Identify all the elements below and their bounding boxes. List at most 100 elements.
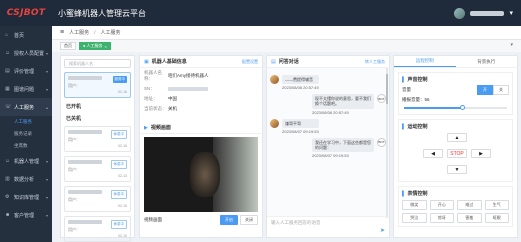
slider-handle[interactable]: [459, 105, 465, 110]
app-logo: CSJBOT: [6, 8, 46, 18]
sidebar-sub-service[interactable]: 人工服务: [0, 116, 52, 128]
robot-card[interactable]: 用户： 休息中 02-13: [64, 156, 131, 182]
voice-off-button[interactable]: 关: [493, 85, 509, 95]
user-avatar[interactable]: [454, 7, 466, 19]
robot-time: 02-10: [118, 234, 127, 238]
chevron-down-icon: ▾: [45, 86, 48, 92]
move-down-button[interactable]: ▼: [447, 165, 467, 174]
stop-button[interactable]: STOP: [447, 149, 467, 158]
status-badge: 休息中: [110, 160, 127, 169]
robot-list-panel: 搜索机器人名 用户： 服务中 02-16 已开机 已关机 用户： 休息中 02-…: [60, 55, 135, 242]
move-left-button[interactable]: ◀: [423, 149, 443, 158]
bot-avatar: BOT: [377, 137, 386, 147]
user-area[interactable]: ▾: [454, 7, 513, 19]
tab-label: 首页: [64, 43, 72, 48]
robot-card[interactable]: 用户： 休息中 02-10: [64, 186, 131, 212]
tab-remote-control[interactable]: 远程控制: [394, 56, 456, 67]
video-panel-title: 视频画面: [150, 125, 171, 131]
app-title: 小蜜蜂机器人管理云平台: [58, 8, 146, 18]
user-name[interactable]: [470, 10, 505, 16]
sidebar-item-home[interactable]: ⌂ 首页: [0, 26, 52, 44]
sidebar-item-review[interactable]: ▤ 评价管理 ▾: [0, 62, 52, 80]
close-icon[interactable]: ×: [105, 44, 107, 49]
sidebar-item-label: 知识库管理: [14, 194, 40, 201]
chat-message: 现不太懂你说的意思，要不我们换个话题吧。 2023/08/08 20:57:49…: [270, 94, 386, 115]
direction-pad: ▲ ◀ STOP ▶ ▼: [402, 132, 509, 178]
robot-icon: ☺: [5, 158, 11, 164]
video-controls: 视频画面 开启 关闭: [140, 212, 262, 228]
control-panel: 远程控制 背景执行 ▌ 声音控制 音量 开 关 播报音量：56 ▌ 运动控制 ▲ ◀…: [393, 55, 518, 238]
breadcrumb-leaf: 人工服务: [100, 30, 121, 36]
sidebar-item-customers[interactable]: ☻ 客户管理 ▾: [0, 206, 52, 224]
chevron-down-icon[interactable]: ▾: [509, 9, 513, 17]
chevron-down-icon: ▾: [45, 176, 48, 182]
info-key: 当前状态：: [144, 106, 167, 111]
expression-button[interactable]: 生气: [484, 200, 509, 210]
move-right-button[interactable]: ▶: [471, 149, 491, 158]
video-on-button[interactable]: 开启: [220, 215, 238, 225]
menu-icon[interactable]: ≡: [60, 29, 64, 36]
chevron-down-icon: ▾: [45, 158, 48, 164]
sidebar: ⌂ 首页 ☺ 授权人员配置 ▾ ▤ 评价管理 ▾ ▦ 图谱问题 ▾ ☏ 人工服务 ▴ 人工服务 服…: [0, 26, 52, 242]
scroll-thumb[interactable]: [386, 74, 388, 104]
info-row-name: 机器人名称： 咱们Amy接待机器人: [140, 68, 262, 84]
voice-label: 音量: [402, 87, 411, 92]
message-bubble: ——费提得辅音: [282, 75, 319, 85]
breadcrumb-root[interactable]: 人工服务: [69, 29, 89, 36]
expression-button[interactable]: 哭泣: [402, 213, 427, 223]
volume-slider[interactable]: [404, 105, 507, 110]
info-key: 地址：: [144, 96, 158, 101]
sidebar-item-service[interactable]: ☏ 人工服务 ▴: [0, 98, 52, 116]
expression-button[interactable]: 害羞: [457, 213, 482, 223]
chat-panel-header: ▤ 问答对话 转人工服务: [267, 56, 389, 68]
expression-button[interactable]: 开心: [429, 200, 454, 210]
volume-row: 播报音量：56: [402, 97, 509, 103]
expression-button[interactable]: 眨眼: [484, 213, 509, 223]
tab-service[interactable]: ● 人工服务 ×: [79, 42, 111, 50]
sidebar-item-graph[interactable]: ▦ 图谱问题 ▾: [0, 80, 52, 98]
info-panel-title: 机器人基础信息: [151, 59, 187, 65]
sidebar-item-label: 人工服务: [14, 104, 35, 111]
file-icon: ▦: [5, 86, 10, 92]
sidebar-sub-seats[interactable]: 坐席数: [0, 140, 52, 152]
move-up-button[interactable]: ▲: [447, 133, 467, 142]
sidebar-item-auth[interactable]: ☺ 授权人员配置 ▾: [0, 44, 52, 62]
expression-button[interactable]: 惊讶: [429, 213, 454, 223]
video-feed: [144, 137, 258, 212]
robot-card[interactable]: 用户： 服务中 02-16: [64, 72, 131, 98]
chart-icon: ▤: [5, 68, 10, 74]
info-value: 咱们Amy接待机器人: [168, 73, 209, 78]
chevron-down-icon[interactable]: ▾: [510, 42, 513, 48]
chat-input[interactable]: 输入人工服务回答的语音: [267, 216, 389, 236]
volume-label: 播报音量：56: [402, 97, 430, 102]
video-off-button[interactable]: 关闭: [240, 215, 258, 225]
robot-card[interactable]: 用户： 休息中 02-10: [64, 216, 131, 242]
robot-name: [68, 130, 102, 134]
sidebar-item-robots[interactable]: ☺ 机器人管理 ▾: [0, 152, 52, 170]
section-title: 表情控制: [407, 191, 428, 197]
info-value: 中国: [168, 96, 177, 101]
info-row-sn: SN：: [140, 84, 262, 94]
slider-fill: [404, 107, 462, 109]
expression-button[interactable]: 微笑: [402, 200, 427, 210]
status-badge: 休息中: [110, 190, 127, 199]
chat-scrollbar[interactable]: [386, 68, 388, 218]
tab-background[interactable]: 背景执行: [456, 56, 518, 67]
voice-on-button[interactable]: 开: [477, 85, 493, 95]
tab-home[interactable]: 首页: [60, 42, 76, 50]
robot-time: 02-10: [118, 204, 127, 208]
sidebar-item-analytics[interactable]: ▥ 数据分析 ▾: [0, 170, 52, 188]
robot-card[interactable]: 用户： 休息中 02-16: [64, 126, 131, 152]
send-icon[interactable]: ➤: [380, 227, 385, 234]
tab-bar: 首页 ● 人工服务 ×: [52, 40, 521, 52]
message-bubble: 谦哥平哥: [282, 118, 319, 128]
sidebar-sub-records[interactable]: 服务记录: [0, 128, 52, 140]
chevron-down-icon: ▾: [45, 212, 48, 218]
sidebar-item-kb[interactable]: ⚙ 知识库管理 ▾: [0, 188, 52, 206]
info-row-address: 地址： 中国: [140, 94, 262, 104]
config-link[interactable]: 配置设置: [242, 59, 258, 65]
transfer-link[interactable]: 转人工服务: [365, 59, 385, 65]
expression-button[interactable]: 难过: [457, 200, 482, 210]
robot-search-input[interactable]: 搜索机器人名: [64, 59, 131, 68]
tab-label: ● 人工服务: [83, 43, 103, 48]
